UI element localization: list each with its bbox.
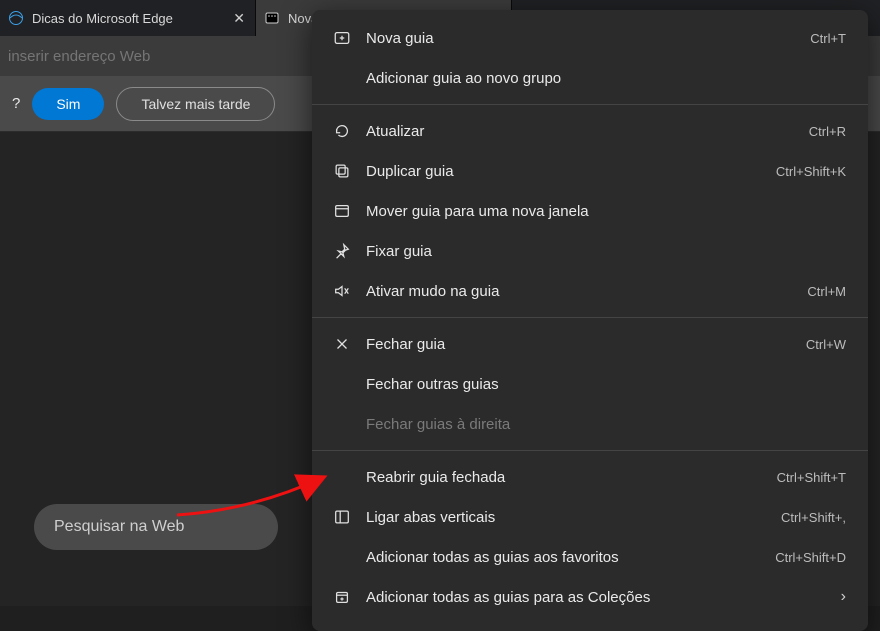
search-pill-label: Pesquisar na Web <box>54 518 184 536</box>
menu-label: Fechar guia <box>366 336 790 353</box>
menu-label: Ligar abas verticais <box>366 509 765 526</box>
menu-close-right: Fechar guias à direita <box>312 404 868 444</box>
menu-add-to-collections[interactable]: Adicionar todas as guias para as Coleçõe… <box>312 577 868 617</box>
menu-duplicate[interactable]: Duplicar guia Ctrl+Shift+K <box>312 151 868 191</box>
menu-label: Adicionar guia ao novo grupo <box>366 70 846 87</box>
close-tab-icon[interactable]: ✕ <box>233 10 245 27</box>
collections-icon <box>328 587 356 607</box>
menu-mute[interactable]: Ativar mudo na guia Ctrl+M <box>312 271 868 311</box>
search-web-pill[interactable]: Pesquisar na Web <box>34 504 278 550</box>
menu-add-to-group[interactable]: Adicionar guia ao novo grupo <box>312 58 868 98</box>
menu-reopen-closed[interactable]: Reabrir guia fechada Ctrl+Shift+T <box>312 457 868 497</box>
later-button[interactable]: Talvez mais tarde <box>116 87 275 121</box>
menu-shortcut: Ctrl+M <box>807 284 846 299</box>
mute-icon <box>328 281 356 301</box>
chevron-right-icon: › <box>841 588 846 606</box>
menu-label: Adicionar todas as guias para as Coleçõe… <box>366 589 825 606</box>
edge-icon <box>8 10 24 26</box>
blank-icon <box>328 547 356 567</box>
menu-label: Fixar guia <box>366 243 846 260</box>
menu-shortcut: Ctrl+R <box>809 124 846 139</box>
pin-icon <box>328 241 356 261</box>
tab-context-menu: Nova guia Ctrl+T Adicionar guia ao novo … <box>312 10 868 631</box>
menu-vertical-tabs[interactable]: Ligar abas verticais Ctrl+Shift+, <box>312 497 868 537</box>
menu-close-tab[interactable]: Fechar guia Ctrl+W <box>312 324 868 364</box>
window-icon <box>328 201 356 221</box>
duplicate-icon <box>328 161 356 181</box>
menu-shortcut: Ctrl+Shift+, <box>781 510 846 525</box>
blank-icon <box>328 68 356 88</box>
menu-separator <box>312 104 868 105</box>
menu-label: Reabrir guia fechada <box>366 469 761 486</box>
newtab-icon <box>264 10 280 26</box>
menu-shortcut: Ctrl+W <box>806 337 846 352</box>
menu-new-tab[interactable]: Nova guia Ctrl+T <box>312 18 868 58</box>
yes-button[interactable]: Sim <box>32 88 104 120</box>
blank-icon <box>328 374 356 394</box>
blank-icon <box>328 467 356 487</box>
menu-separator <box>312 317 868 318</box>
refresh-icon <box>328 121 356 141</box>
tab-title: Dicas do Microsoft Edge <box>32 11 225 26</box>
vertical-tabs-icon <box>328 507 356 527</box>
menu-move-window[interactable]: Mover guia para uma nova janela <box>312 191 868 231</box>
menu-label: Atualizar <box>366 123 793 140</box>
menu-bookmark-all[interactable]: Adicionar todas as guias aos favoritos C… <box>312 537 868 577</box>
close-icon <box>328 334 356 354</box>
tab-edge-tips[interactable]: Dicas do Microsoft Edge ✕ <box>0 0 256 36</box>
menu-shortcut: Ctrl+T <box>810 31 846 46</box>
menu-label: Fechar guias à direita <box>366 416 846 433</box>
menu-close-others[interactable]: Fechar outras guias <box>312 364 868 404</box>
menu-shortcut: Ctrl+Shift+D <box>775 550 846 565</box>
menu-label: Fechar outras guias <box>366 376 846 393</box>
menu-shortcut: Ctrl+Shift+K <box>776 164 846 179</box>
menu-shortcut: Ctrl+Shift+T <box>777 470 846 485</box>
new-tab-icon <box>328 28 356 48</box>
menu-pin[interactable]: Fixar guia <box>312 231 868 271</box>
menu-refresh[interactable]: Atualizar Ctrl+R <box>312 111 868 151</box>
menu-separator <box>312 450 868 451</box>
menu-label: Duplicar guia <box>366 163 760 180</box>
menu-label: Nova guia <box>366 30 794 47</box>
blank-icon <box>328 414 356 434</box>
menu-label: Mover guia para uma nova janela <box>366 203 846 220</box>
menu-label: Adicionar todas as guias aos favoritos <box>366 549 759 566</box>
menu-label: Ativar mudo na guia <box>366 283 791 300</box>
notification-text: ? <box>12 95 20 112</box>
